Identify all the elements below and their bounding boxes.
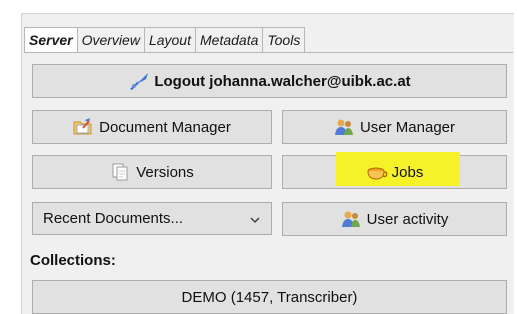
tab-layout[interactable]: Layout bbox=[144, 28, 196, 53]
collections-heading: Collections: bbox=[30, 252, 116, 269]
versions-button[interactable]: Versions bbox=[32, 155, 272, 189]
jobs-button-content[interactable]: Jobs bbox=[282, 155, 507, 189]
tab-server[interactable]: Server bbox=[25, 28, 78, 53]
user-manager-button[interactable]: User Manager bbox=[282, 110, 507, 144]
logout-label: Logout johanna.walcher@uibk.ac.at bbox=[154, 72, 411, 90]
collection-selected-label: DEMO (1457, Transcriber) bbox=[181, 288, 358, 306]
cup-icon bbox=[366, 162, 388, 182]
tab-divider bbox=[24, 52, 513, 53]
collection-selector[interactable]: DEMO (1457, Transcriber) bbox=[32, 280, 507, 314]
jobs-label: Jobs bbox=[391, 163, 424, 181]
logout-button[interactable]: Logout johanna.walcher@uibk.ac.at bbox=[32, 64, 507, 98]
copy-icon bbox=[110, 162, 130, 182]
chevron-down-icon bbox=[249, 213, 261, 225]
tab-metadata[interactable]: Metadata bbox=[196, 28, 264, 53]
user-activity-button[interactable]: User activity bbox=[282, 202, 507, 236]
tab-tools[interactable]: Tools bbox=[263, 28, 306, 53]
users-activity-icon bbox=[341, 209, 361, 229]
users-icon bbox=[334, 117, 354, 137]
satellite-icon bbox=[128, 71, 149, 91]
tab-overview[interactable]: Overview bbox=[77, 28, 145, 53]
tab-bar: Server Overview Layout Metadata Tools bbox=[24, 27, 306, 53]
folder-edit-icon bbox=[73, 117, 93, 137]
user-activity-label: User activity bbox=[366, 210, 449, 228]
user-manager-label: User Manager bbox=[359, 118, 456, 136]
versions-label: Versions bbox=[136, 163, 194, 181]
recent-documents-dropdown[interactable]: Recent Documents... bbox=[32, 202, 272, 235]
document-manager-label: Document Manager bbox=[99, 118, 231, 136]
recent-documents-label: Recent Documents... bbox=[43, 210, 184, 227]
document-manager-button[interactable]: Document Manager bbox=[32, 110, 272, 144]
